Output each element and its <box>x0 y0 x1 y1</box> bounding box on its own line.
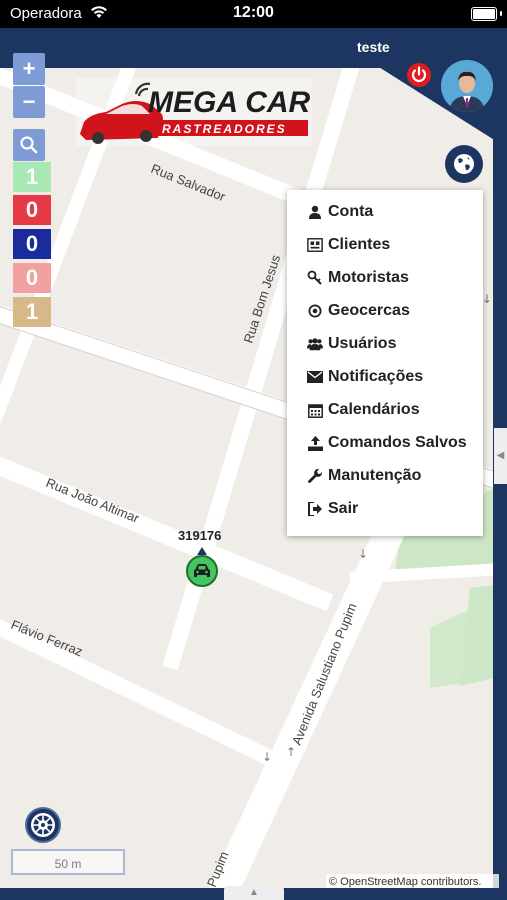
power-icon <box>411 66 427 82</box>
vehicle-direction-icon <box>197 547 207 555</box>
svg-text:↑: ↑ <box>286 745 296 759</box>
users-icon <box>307 336 323 352</box>
logo-brand-text: MEGA CAR <box>148 86 311 119</box>
counter-alert[interactable]: 0 <box>13 263 51 293</box>
menu-item-calendarios[interactable]: Calendários <box>307 398 420 422</box>
menu-item-label: Manutenção <box>328 467 422 484</box>
user-avatar-icon <box>441 60 493 112</box>
avatar[interactable] <box>441 60 493 112</box>
menu-item-comandos-salvos[interactable]: Comandos Salvos <box>307 431 467 455</box>
counter-offline[interactable]: 0 <box>13 195 51 225</box>
zoom-in-button[interactable]: + <box>13 53 45 85</box>
status-bar: Operadora 12:00 <box>0 0 507 28</box>
main-menu: Conta Clientes Motoristas Geocercas Usuá… <box>287 190 483 536</box>
menu-item-label: Sair <box>328 500 359 517</box>
vehicle-marker[interactable] <box>186 555 218 587</box>
menu-item-motoristas[interactable]: Motoristas <box>307 266 409 290</box>
car-icon <box>194 564 210 577</box>
counter-stopped[interactable]: 0 <box>13 229 51 259</box>
menu-item-conta[interactable]: Conta <box>307 200 373 224</box>
upload-icon <box>307 435 323 451</box>
search-icon <box>20 136 38 154</box>
menu-item-notificacoes[interactable]: Notificações <box>307 365 423 389</box>
menu-item-label: Geocercas <box>328 302 410 319</box>
envelope-icon <box>307 369 323 385</box>
menu-item-geocercas[interactable]: Geocercas <box>307 299 410 323</box>
menu-item-label: Calendários <box>328 401 420 418</box>
search-button[interactable] <box>13 129 45 161</box>
power-button[interactable] <box>407 63 431 87</box>
map-scale: 50 m <box>11 849 125 875</box>
user-name: teste <box>357 39 390 55</box>
sign-out-icon <box>307 501 323 517</box>
menu-item-usuarios[interactable]: Usuários <box>307 332 396 356</box>
logo-tagline-text: RASTREADORES <box>162 122 287 136</box>
tire-icon <box>31 813 55 837</box>
counter-unknown[interactable]: 1 <box>13 297 51 327</box>
clock: 12:00 <box>233 4 274 21</box>
svg-text:↓: ↓ <box>262 750 272 764</box>
globe-button[interactable] <box>445 145 483 183</box>
wrench-icon <box>307 468 323 484</box>
battery-icon <box>471 7 497 21</box>
vehicle-label: 319176 <box>178 528 222 543</box>
menu-item-label: Comandos Salvos <box>328 434 467 451</box>
tire-button[interactable] <box>25 807 61 843</box>
zoom-out-button[interactable]: − <box>13 86 45 118</box>
side-panel-handle[interactable]: ◀ <box>494 428 507 484</box>
menu-item-label: Motoristas <box>328 269 409 286</box>
bottom-panel-handle[interactable]: ▲ <box>224 886 284 900</box>
user-icon <box>307 204 323 220</box>
menu-item-label: Usuários <box>328 335 397 352</box>
counter-online[interactable]: 1 <box>13 162 51 192</box>
calendar-icon <box>307 402 323 418</box>
svg-text:↓: ↓ <box>482 292 492 306</box>
clients-icon <box>307 237 323 253</box>
menu-item-manutencao[interactable]: Manutenção <box>307 464 421 488</box>
mega-car-logo: MEGA CAR RASTREADORES <box>76 78 312 146</box>
menu-item-label: Conta <box>328 203 374 220</box>
svg-text:↓: ↓ <box>358 547 368 561</box>
menu-item-label: Clientes <box>328 236 391 253</box>
menu-item-clientes[interactable]: Clientes <box>307 233 390 257</box>
menu-item-sair[interactable]: Sair <box>307 497 358 521</box>
menu-item-label: Notificações <box>328 368 424 385</box>
globe-icon <box>454 154 474 174</box>
target-icon <box>307 303 323 319</box>
key-icon <box>307 270 323 286</box>
